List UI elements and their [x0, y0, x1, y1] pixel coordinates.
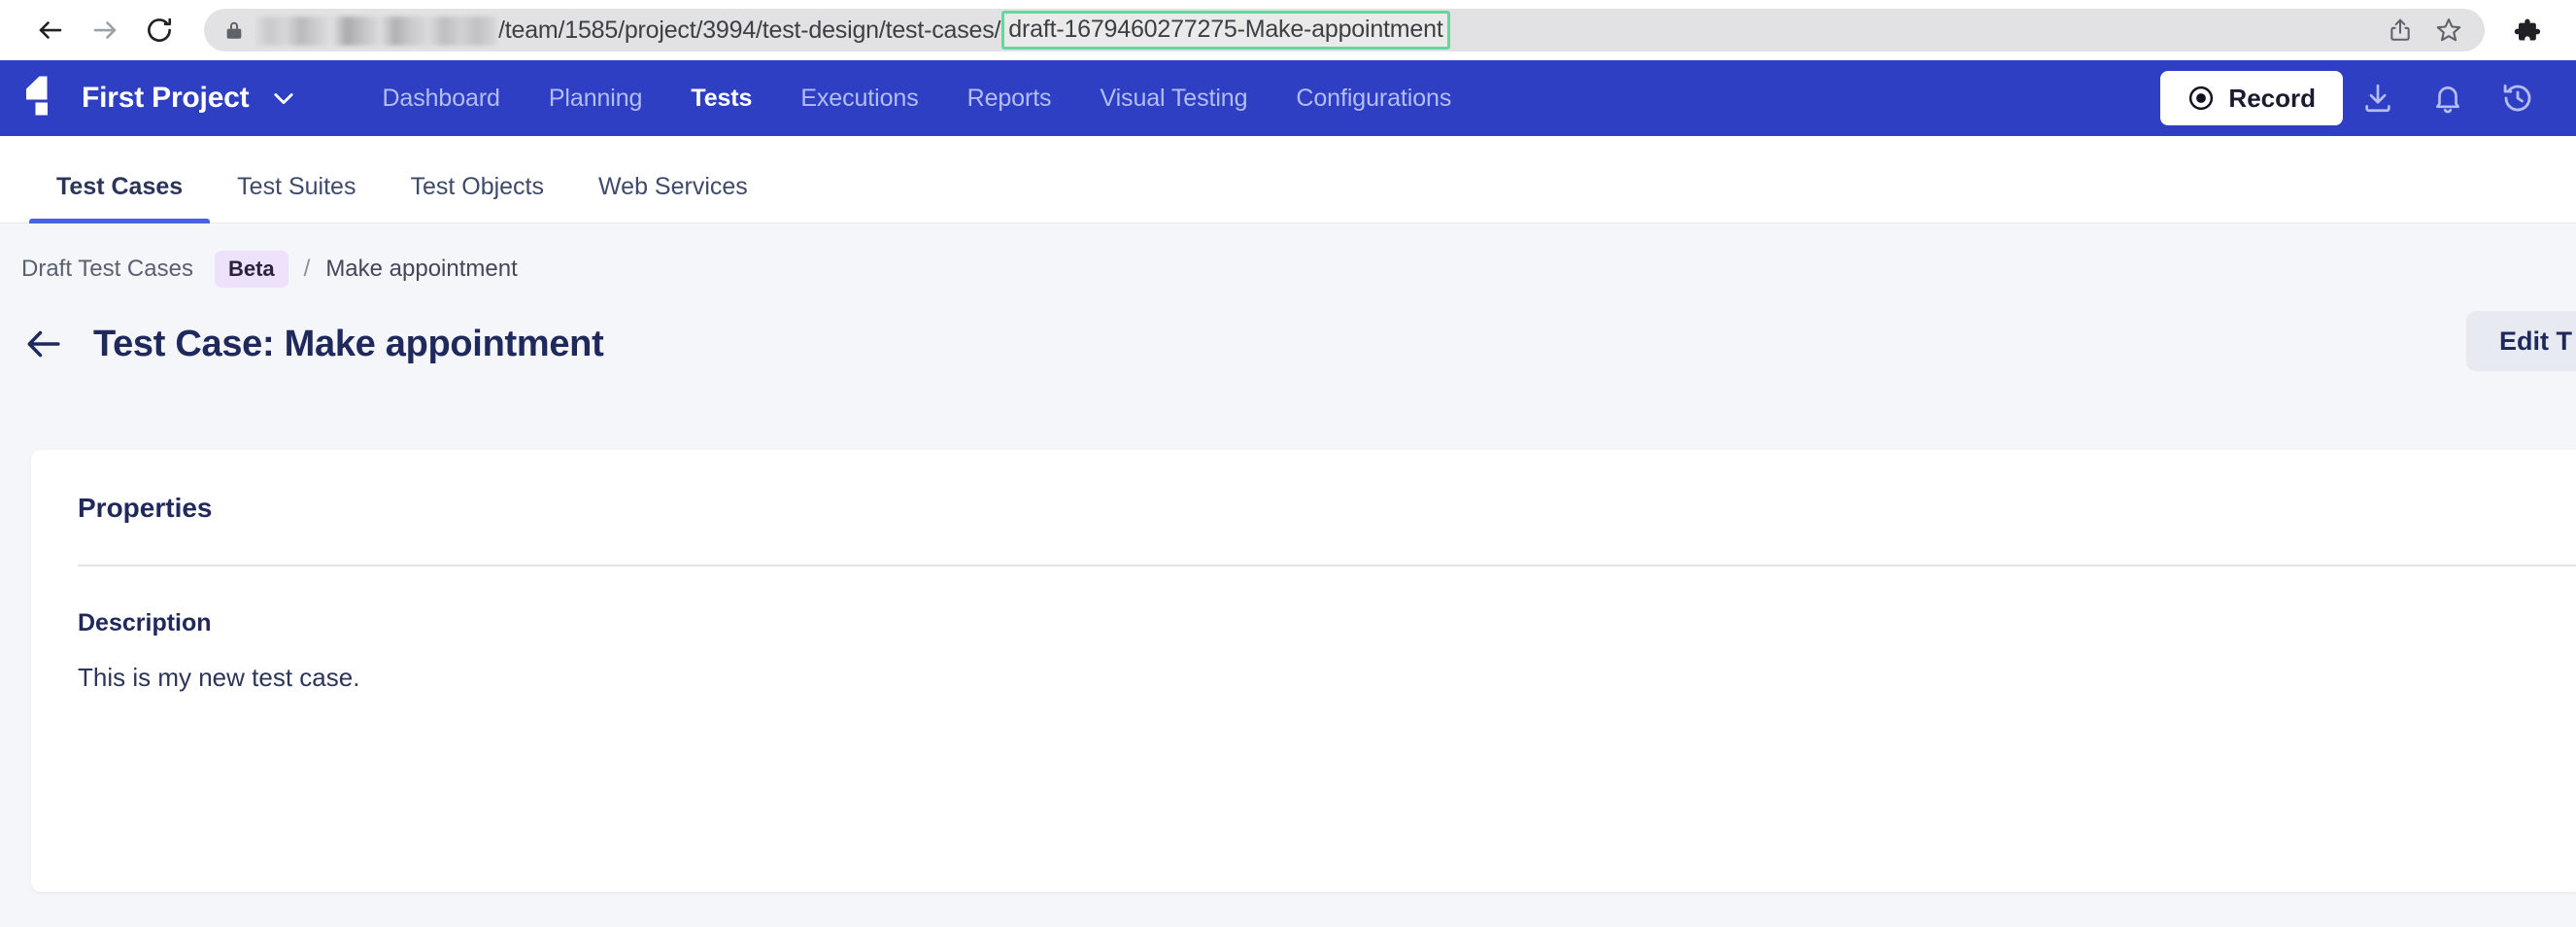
header-actions: Record: [2160, 69, 2553, 127]
url-path-segment: /team/1585/project/3994/test-design/test…: [498, 16, 1001, 44]
reload-icon: [148, 17, 172, 42]
nav-item-configurations[interactable]: Configurations: [1271, 85, 1475, 113]
record-button[interactable]: Record: [2160, 71, 2343, 125]
arrow-left-icon: [39, 21, 62, 39]
lock-icon: [223, 18, 245, 42]
edit-test-case-button[interactable]: Edit T: [2466, 311, 2576, 371]
arrow-left-icon: [27, 330, 60, 358]
browser-reload-button[interactable]: [132, 3, 186, 57]
star-icon: [2436, 17, 2461, 42]
address-bar-actions: [2378, 8, 2471, 52]
puzzle-piece-icon: [2514, 18, 2541, 41]
tab-test-cases[interactable]: Test Cases: [29, 173, 211, 223]
extensions-button[interactable]: [2500, 4, 2553, 56]
page-content: Draft Test Cases Beta / Make appointment…: [0, 223, 2576, 927]
nav-item-visual-testing[interactable]: Visual Testing: [1075, 85, 1271, 113]
url-text: /team/1585/project/3994/test-design/test…: [254, 11, 2378, 50]
tab-test-suites[interactable]: Test Suites: [210, 173, 383, 223]
breadcrumb: Draft Test Cases Beta / Make appointment: [0, 223, 2576, 288]
tab-test-objects[interactable]: Test Objects: [383, 173, 571, 223]
notifications-button[interactable]: [2413, 69, 2483, 127]
properties-card: Properties Description This is my new te…: [31, 450, 2576, 892]
section-tabs: Test Cases Test Suites Test Objects Web …: [0, 136, 2576, 223]
beta-badge: Beta: [214, 251, 288, 288]
nav-item-tests[interactable]: Tests: [666, 85, 776, 113]
properties-card-title: Properties: [78, 493, 213, 523]
app-header: First Project Dashboard Planning Tests E…: [0, 60, 2576, 136]
project-name: First Project: [82, 82, 250, 114]
browser-back-button[interactable]: [23, 3, 78, 57]
katalon-logo-glyph: [26, 76, 48, 116]
description-label: Description: [78, 609, 212, 636]
share-button[interactable]: [2378, 8, 2423, 52]
breadcrumb-separator: /: [303, 256, 311, 282]
address-bar[interactable]: /team/1585/project/3994/test-design/test…: [204, 9, 2485, 52]
record-circle-icon: [2189, 86, 2214, 111]
share-icon: [2390, 18, 2410, 41]
page-title: Test Case: Make appointment: [93, 323, 604, 364]
download-button[interactable]: [2343, 69, 2413, 127]
page-back-button[interactable]: [21, 322, 66, 366]
bell-icon: [2436, 86, 2459, 114]
record-button-label: Record: [2228, 83, 2316, 113]
nav-item-executions[interactable]: Executions: [776, 85, 942, 113]
page-title-row: Test Case: Make appointment Edit T: [0, 288, 2576, 373]
download-icon: [2365, 84, 2390, 113]
url-highlighted-segment: draft-1679460277275-Make-appointment: [1001, 11, 1450, 50]
chevron-down-icon[interactable]: [270, 85, 297, 112]
bookmark-button[interactable]: [2426, 8, 2471, 52]
breadcrumb-draft-test-cases[interactable]: Draft Test Cases: [21, 256, 193, 283]
url-redacted-host: [254, 17, 497, 46]
breadcrumb-current: Make appointment: [325, 256, 518, 282]
nav-item-dashboard[interactable]: Dashboard: [357, 85, 524, 113]
description-value: This is my new test case.: [78, 663, 360, 692]
brand-project-switcher[interactable]: First Project: [21, 76, 297, 120]
nav-item-reports[interactable]: Reports: [943, 85, 1076, 113]
tab-web-services[interactable]: Web Services: [571, 173, 775, 223]
arrow-right-icon: [93, 21, 117, 39]
browser-forward-button[interactable]: [78, 3, 132, 57]
properties-card-body: Description This is my new test case.: [31, 566, 2576, 693]
history-icon: [2503, 84, 2531, 112]
nav-item-planning[interactable]: Planning: [525, 85, 667, 113]
katalon-logo-icon: [21, 76, 60, 120]
main-navigation: Dashboard Planning Tests Executions Repo…: [357, 85, 1475, 113]
browser-toolbar: /team/1585/project/3994/test-design/test…: [0, 0, 2576, 60]
history-button[interactable]: [2483, 69, 2553, 127]
